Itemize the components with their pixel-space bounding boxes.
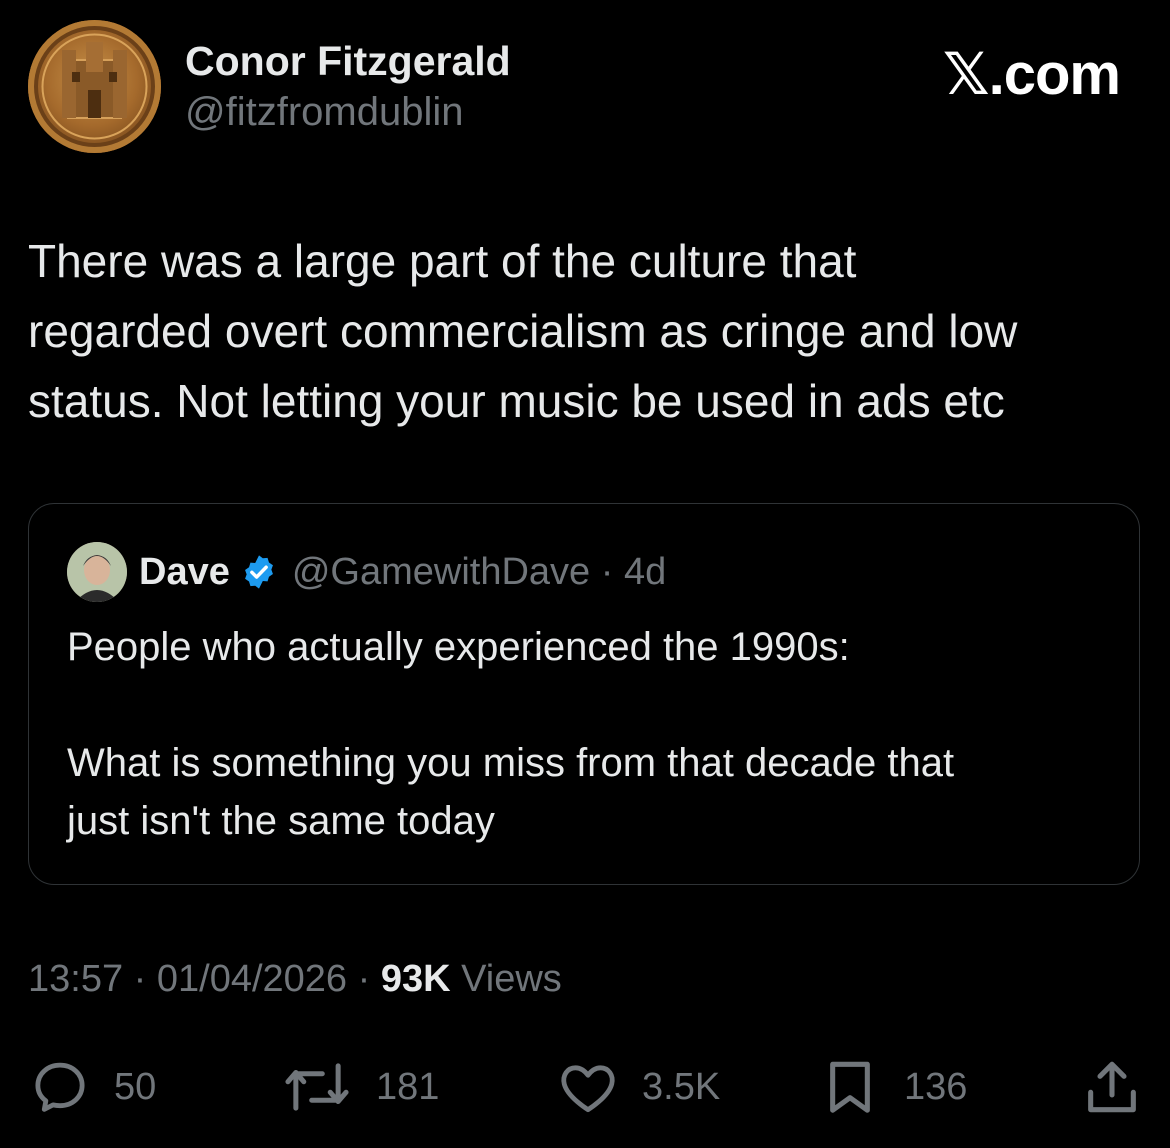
share-icon: [1080, 1055, 1144, 1119]
verified-badge-icon: [240, 553, 278, 591]
action-bar: 50 181 3.5K 136: [28, 1055, 1142, 1125]
tweet-meta: 13:57 · 01/04/2026 · 93K Views: [28, 958, 562, 1001]
author-name[interactable]: Conor Fitzgerald: [185, 38, 511, 85]
reply-icon: [28, 1055, 92, 1119]
author-handle[interactable]: @fitzfromdublin: [185, 90, 463, 135]
tweet-line: status. Not letting your music be used i…: [28, 375, 1005, 427]
bookmark-icon: [818, 1055, 882, 1119]
quoted-tweet-header: Dave @GamewithDave · 4d: [139, 544, 666, 600]
quoted-author-handle-time[interactable]: @GamewithDave · 4d: [292, 551, 666, 594]
heart-icon: [556, 1055, 620, 1119]
x-brand-logo: 𝕏.com: [942, 42, 1121, 107]
reply-button[interactable]: 50: [28, 1055, 156, 1119]
repost-count: 181: [376, 1065, 440, 1108]
views-label: Views: [450, 958, 562, 1000]
quoted-author-name[interactable]: Dave: [139, 551, 230, 594]
views-count: 93K: [380, 958, 451, 1000]
share-button[interactable]: [1080, 1055, 1144, 1119]
bookmark-button[interactable]: 136: [818, 1055, 967, 1119]
tweet-line: regarded overt commercialism as cringe a…: [28, 305, 1018, 357]
tweet-text: There was a large part of the culture th…: [28, 226, 1148, 436]
timestamp[interactable]: 13:57 · 01/04/2026 ·: [28, 958, 381, 1000]
like-button[interactable]: 3.5K: [556, 1055, 720, 1119]
bookmark-count: 136: [904, 1065, 968, 1108]
like-count: 3.5K: [642, 1065, 721, 1108]
quoted-tweet-card[interactable]: Dave @GamewithDave · 4d People who actua…: [28, 503, 1140, 885]
author-avatar[interactable]: [28, 20, 161, 153]
tweet-header: Conor Fitzgerald @fitzfromdublin 𝕏.com: [28, 18, 1142, 158]
repost-icon: [280, 1055, 354, 1119]
tweet-line: There was a large part of the culture th…: [28, 235, 857, 287]
repost-button[interactable]: 181: [280, 1055, 439, 1119]
quoted-tweet-text: People who actually experienced the 1990…: [67, 625, 955, 843]
reply-count: 50: [114, 1065, 157, 1108]
quoted-author-avatar[interactable]: [67, 542, 127, 602]
